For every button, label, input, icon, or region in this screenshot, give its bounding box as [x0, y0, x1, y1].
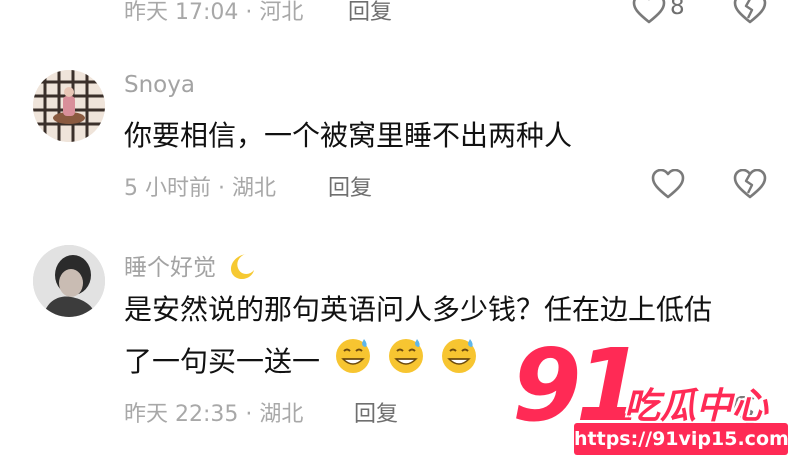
dislike-icon[interactable]: [733, 0, 767, 24]
dislike-icon[interactable]: [733, 169, 767, 199]
crescent-moon-icon: [227, 251, 257, 287]
watermark: 91 吃瓜中心 https://91vip15.com: [512, 327, 792, 460]
comment-meta: 昨天 22:35 · 湖北: [124, 402, 304, 427]
comment-text: 你要相信，一个被窝里睡不出两种人: [124, 119, 573, 152]
username[interactable]: 睡个好觉: [124, 248, 257, 287]
username-text: 睡个好觉: [124, 255, 216, 281]
comment-text-line2: 了一句买一送一: [124, 335, 479, 391]
top-comment-meta: 昨天 17:04 · 河北: [124, 0, 304, 25]
like-count: 8: [670, 0, 685, 20]
username[interactable]: Snoya: [124, 72, 195, 98]
like-icon[interactable]: [632, 0, 666, 24]
comment-meta: 5 小时前 · 湖北: [124, 176, 276, 201]
grinning-sweat-emoji-icon: [386, 335, 426, 391]
grinning-sweat-emoji-icon: [439, 335, 479, 391]
grinning-sweat-emoji-icon: [333, 335, 373, 391]
watermark-title: 吃瓜中心: [624, 386, 769, 427]
watermark-url: https://91vip15.com: [574, 428, 789, 450]
avatar[interactable]: [33, 70, 105, 142]
avatar[interactable]: [33, 245, 105, 317]
comment-text-line2-text: 了一句买一送一: [124, 345, 321, 378]
reply-button[interactable]: 回复: [354, 396, 398, 428]
watermark-url-badge: https://91vip15.com: [574, 423, 789, 455]
reply-button[interactable]: 回复: [328, 170, 372, 202]
top-comment-reply-button[interactable]: 回复: [348, 0, 392, 26]
like-icon[interactable]: [651, 169, 685, 199]
